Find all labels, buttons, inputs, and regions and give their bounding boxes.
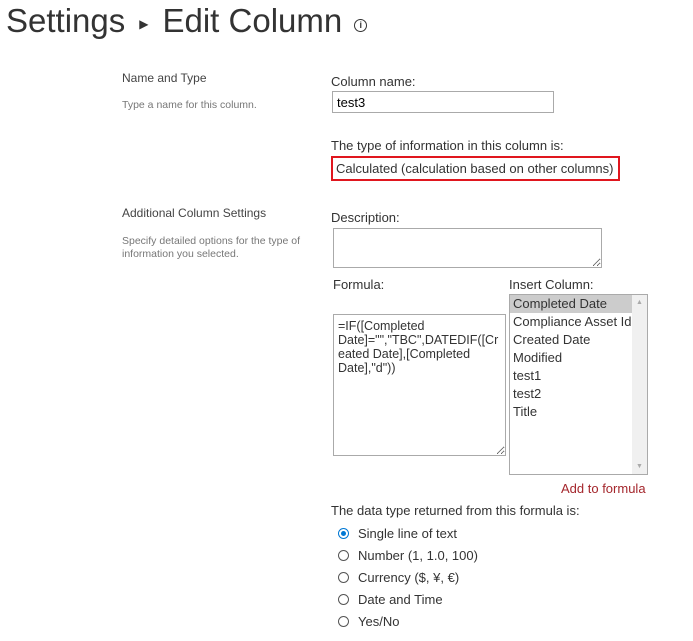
description-label: Description: xyxy=(331,210,400,225)
list-item[interactable]: test1 xyxy=(510,367,634,385)
radio-yes-no[interactable]: Yes/No xyxy=(338,610,478,632)
name-type-description: Type a name for this column. xyxy=(122,99,257,111)
formula-label: Formula: xyxy=(333,277,385,292)
radio-button-checked[interactable] xyxy=(338,527,349,539)
return-type-radio-group: Single line of text Number (1, 1.0, 100)… xyxy=(338,522,478,632)
page-title: Edit Column xyxy=(162,2,343,39)
breadcrumb-arrow-icon: ▶ xyxy=(139,17,149,31)
radio-button[interactable] xyxy=(338,615,349,627)
scroll-down-icon[interactable]: ▼ xyxy=(632,463,647,470)
radio-label: Date and Time xyxy=(358,591,443,607)
column-name-label: Column name: xyxy=(331,74,416,89)
radio-button[interactable] xyxy=(338,571,349,583)
name-type-heading: Name and Type xyxy=(122,71,207,85)
insert-column-label: Insert Column: xyxy=(509,277,594,292)
radio-button[interactable] xyxy=(338,593,349,605)
radio-button[interactable] xyxy=(338,549,349,561)
radio-date-time[interactable]: Date and Time xyxy=(338,588,478,610)
radio-label: Currency ($, ¥, €) xyxy=(358,569,460,585)
list-item[interactable]: Created Date xyxy=(510,331,634,349)
radio-number[interactable]: Number (1, 1.0, 100) xyxy=(338,544,478,566)
return-type-label: The data type returned from this formula… xyxy=(331,503,580,518)
add-to-formula-link[interactable]: Add to formula xyxy=(561,481,646,496)
list-item[interactable]: test2 xyxy=(510,385,634,403)
radio-label: Number (1, 1.0, 100) xyxy=(358,547,478,563)
radio-single-line-text[interactable]: Single line of text xyxy=(338,522,478,544)
additional-settings-heading: Additional Column Settings xyxy=(122,206,267,220)
description-textarea[interactable] xyxy=(333,228,602,268)
scroll-up-icon[interactable]: ▲ xyxy=(632,299,647,306)
info-icon[interactable]: i xyxy=(354,18,368,32)
formula-textarea[interactable]: =IF([Completed Date]="","TBC",DATEDIF([C… xyxy=(333,314,506,456)
type-label: The type of information in this column i… xyxy=(331,138,564,153)
column-name-input[interactable] xyxy=(332,91,554,113)
list-item[interactable]: Completed Date xyxy=(510,295,634,313)
list-item[interactable]: Title xyxy=(510,403,634,421)
additional-settings-description: Specify detailed options for the type of… xyxy=(122,235,301,260)
radio-label: Single line of text xyxy=(358,525,458,541)
scrollbar[interactable]: ▲ ▼ xyxy=(632,295,647,474)
radio-label: Yes/No xyxy=(358,613,400,629)
breadcrumb-settings[interactable]: Settings xyxy=(6,2,125,40)
list-item[interactable]: Modified xyxy=(510,349,634,367)
column-type-value: Calculated (calculation based on other c… xyxy=(331,156,620,181)
insert-column-listbox[interactable]: Completed Date Compliance Asset Id Creat… xyxy=(509,294,648,475)
page-header: Settings ▶ Edit Column i xyxy=(6,2,368,40)
list-item[interactable]: Compliance Asset Id xyxy=(510,313,634,331)
radio-currency[interactable]: Currency ($, ¥, €) xyxy=(338,566,478,588)
